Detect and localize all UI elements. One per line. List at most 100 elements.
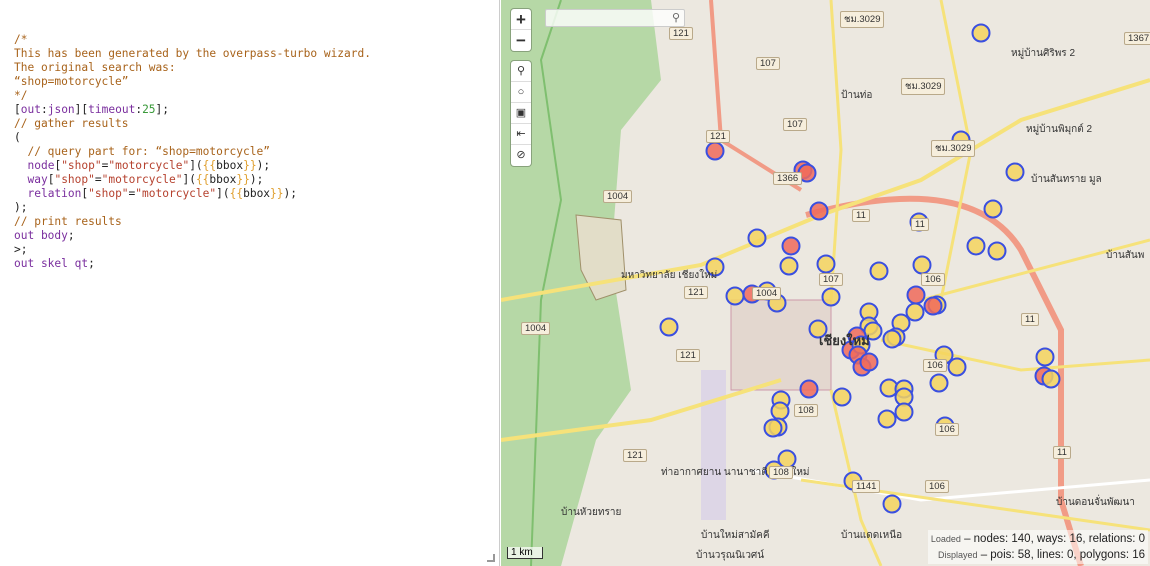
road-shield: 11 — [852, 209, 870, 222]
place-label: บ้านดอนจั่นพัฒนา — [1056, 497, 1135, 508]
poi-marker — [809, 201, 829, 221]
code-line: [out:json][timeout:25]; — [14, 103, 371, 117]
code-token: [ — [14, 103, 21, 116]
code-token: }} — [270, 187, 284, 200]
code-token: : — [40, 103, 48, 116]
place-label: หมู่บ้านพิมุกต์ 2 — [1026, 124, 1093, 135]
road — [709, 0, 803, 192]
road-shield: 121 — [706, 130, 730, 143]
poi-marker — [905, 302, 925, 322]
poi-marker — [763, 418, 783, 438]
code-line: ( — [14, 131, 371, 145]
code-token: ; — [88, 257, 95, 270]
resize-handle[interactable] — [487, 554, 495, 562]
loaded-stats: – nodes: 140, ways: 16, relations: 0 — [960, 533, 1145, 545]
search-icon[interactable]: ⚲ — [672, 11, 680, 24]
code-token: “shop=motorcycle” — [14, 75, 129, 88]
code-token: timeout — [88, 103, 136, 116]
poi-marker — [1035, 347, 1055, 367]
circle-icon[interactable]: ○ — [511, 82, 531, 103]
code-token: node — [27, 159, 55, 172]
road-shield: ชม.3029 — [840, 11, 885, 28]
place-label: เชียงใหม่ — [819, 333, 870, 348]
code-token: }} — [236, 173, 250, 186]
code-token: This has been generated by the overpass-… — [14, 47, 371, 60]
code-token: relation — [27, 187, 82, 200]
road-shield: 1004 — [521, 322, 551, 335]
code-token: The original search was: — [14, 61, 176, 74]
road-shield: 121 — [684, 286, 708, 299]
road-shield: 11 — [911, 218, 929, 231]
poi-marker — [705, 141, 725, 161]
map-tools: ⚲ ○ ▣ ⇤ ⊘ — [511, 61, 531, 166]
road-shield: 106 — [921, 273, 945, 286]
place-label: บ้านวรุณนิเวศน์ — [696, 550, 765, 561]
airport-area — [701, 370, 726, 520]
road-shield: 1004 — [752, 287, 782, 300]
code-token: ); — [256, 159, 271, 172]
zoom-control: + − — [511, 9, 531, 51]
poi-marker — [781, 236, 801, 256]
road-shield: ชม.3029 — [931, 140, 976, 157]
poi-marker — [1041, 369, 1061, 389]
map-view[interactable]: หมู่บ้านศิริพร 2 ป้านท่อ หมู่บ้านพิมุกต์ 2… — [501, 0, 1150, 566]
code-line: // gather results — [14, 117, 371, 131]
poi-marker — [832, 387, 852, 407]
poi-marker — [799, 379, 819, 399]
code-token: ( — [14, 131, 21, 144]
code-token: ]( — [189, 159, 203, 172]
code-line: node["shop"="motorcycle"]({{bbox}}); — [14, 159, 371, 173]
code-token: {{ — [202, 159, 217, 172]
search-icon[interactable]: ⚲ — [511, 61, 531, 82]
road-shield: 107 — [819, 273, 843, 286]
road-shield: 108 — [794, 404, 818, 417]
poi-marker — [947, 357, 967, 377]
old-city — [730, 299, 832, 391]
code-token: ]( — [216, 187, 230, 200]
loaded-label: Loaded — [930, 534, 961, 544]
code-line: out body; — [14, 229, 371, 243]
place-label: บ้านสันทราย มูล — [1031, 174, 1102, 185]
code-line: */ — [14, 89, 371, 103]
poi-marker — [894, 402, 914, 422]
road-shield: 107 — [783, 118, 807, 131]
place-label: บ้านใหม่สามัคคี — [701, 530, 770, 541]
fit-data-icon[interactable]: ⇤ — [511, 124, 531, 145]
poi-marker — [929, 373, 949, 393]
code-token: out skel qt — [14, 257, 89, 270]
road — [880, 338, 1150, 372]
code-token: bbox — [209, 173, 237, 186]
code-token: ][ — [74, 103, 89, 116]
place-label: บ้านสันพ — [1106, 250, 1145, 261]
code-text[interactable]: /* This has been generated by the overpas… — [14, 33, 371, 271]
query-editor[interactable]: /* This has been generated by the overpas… — [0, 0, 500, 566]
poi-marker — [966, 236, 986, 256]
code-token: out — [20, 103, 41, 116]
map-search-input[interactable]: ⚲ — [545, 9, 685, 27]
zoom-in-button[interactable]: + — [511, 9, 531, 30]
code-line: “shop=motorcycle” — [14, 75, 371, 89]
code-token: ]( — [182, 173, 196, 186]
code-token: "shop" — [54, 173, 95, 186]
code-token: = — [94, 173, 102, 186]
code-token: // gather results — [14, 117, 129, 130]
disable-icon[interactable]: ⊘ — [511, 145, 531, 166]
image-icon[interactable]: ▣ — [511, 103, 531, 124]
code-token: /* — [14, 33, 28, 46]
code-token: ); — [283, 187, 298, 200]
code-token: // query part for: “shop=motorcycle” — [14, 145, 270, 158]
code-token: */ — [14, 89, 28, 102]
road-shield: 11 — [1021, 313, 1039, 326]
road-shield: 121 — [623, 449, 647, 462]
code-token: "motorcycle" — [101, 173, 183, 186]
zoom-out-button[interactable]: − — [511, 30, 531, 51]
poi-marker — [659, 317, 679, 337]
road-shield: 106 — [935, 423, 959, 436]
place-label: บ้านหัวยทราย — [561, 507, 622, 518]
road-shield: 1004 — [603, 190, 633, 203]
road-shield: 108 — [769, 466, 793, 479]
poi-marker — [971, 23, 991, 43]
poi-marker — [869, 261, 889, 281]
code-line: // query part for: “shop=motorcycle” — [14, 145, 371, 159]
